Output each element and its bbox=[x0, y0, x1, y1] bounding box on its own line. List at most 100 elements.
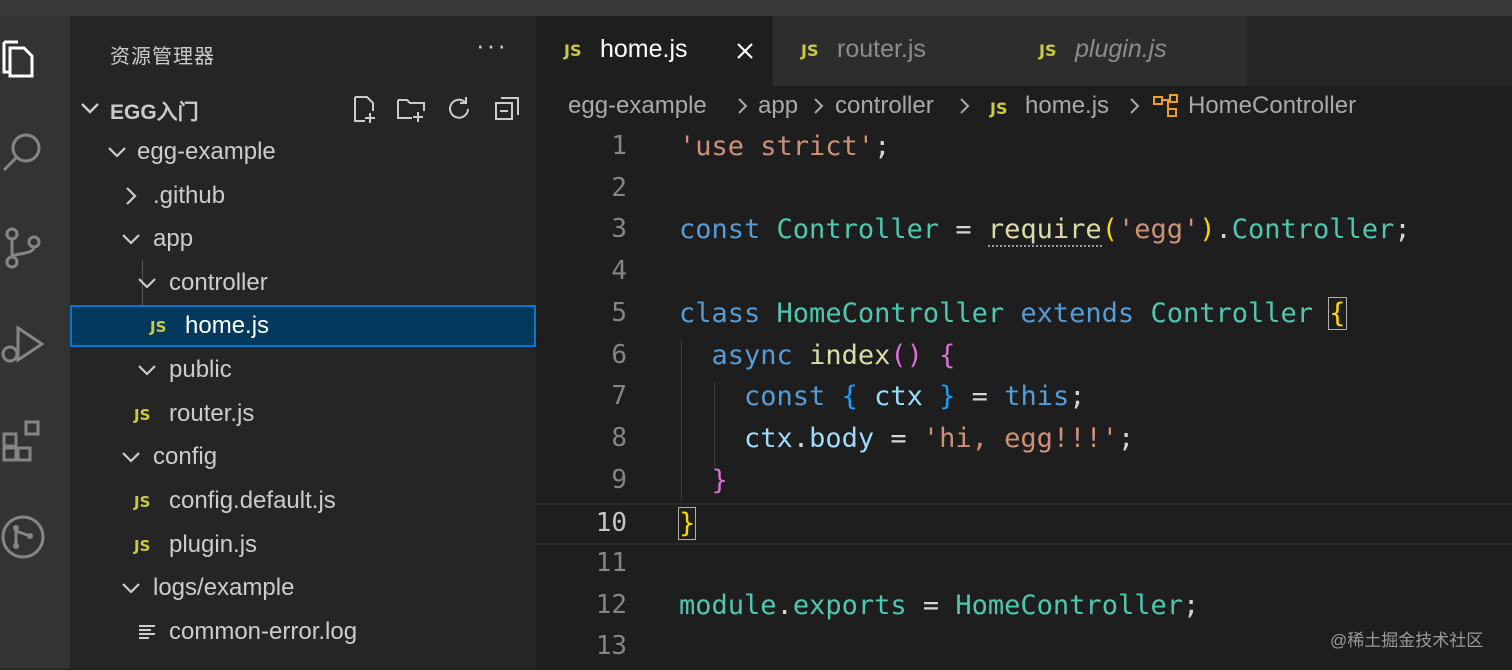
chevron-right-icon bbox=[1126, 96, 1144, 116]
code-text: } bbox=[677, 507, 697, 541]
line-number: 1 bbox=[611, 131, 627, 161]
chevron-down-icon bbox=[120, 577, 142, 599]
tree-item-github[interactable]: .github bbox=[70, 175, 536, 217]
breadcrumb-item[interactable]: home.js bbox=[1025, 92, 1109, 120]
tree-item-label: logs/example bbox=[153, 574, 295, 601]
code-line[interactable]: 9 } bbox=[536, 462, 1512, 504]
extensions-icon[interactable] bbox=[0, 418, 46, 464]
code-line[interactable]: 12 module.exports = HomeController; bbox=[536, 587, 1512, 629]
new-file-icon[interactable] bbox=[350, 94, 380, 124]
chevron-down-icon bbox=[106, 141, 128, 163]
js-file-icon: JS bbox=[564, 41, 582, 60]
breadcrumb-item[interactable]: app bbox=[758, 92, 798, 120]
code-line[interactable]: 6 async index() { bbox=[536, 337, 1512, 379]
code-text: module.exports = HomeController; bbox=[679, 589, 1200, 621]
chevron-down-icon bbox=[120, 228, 142, 250]
more-actions-button[interactable]: ··· bbox=[476, 30, 508, 61]
tree-item-public[interactable]: public bbox=[70, 349, 536, 391]
tab-label: router.js bbox=[837, 35, 926, 63]
editor-tab-bar: JS home.js JS router.js JS plugin.js bbox=[536, 16, 1512, 86]
line-number: 8 bbox=[611, 422, 627, 453]
js-file-icon: JS bbox=[990, 99, 1008, 118]
tree-item-label: plugin.js bbox=[169, 531, 258, 558]
chevron-down-icon bbox=[136, 359, 158, 381]
line-number: 11 bbox=[595, 548, 627, 578]
tree-item-home-js[interactable]: JS home.js bbox=[70, 305, 536, 347]
tree-item-label: .github bbox=[153, 182, 226, 209]
breadcrumb-item[interactable]: controller bbox=[835, 92, 934, 120]
js-file-icon: JS bbox=[150, 318, 167, 336]
explorer-title: 资源管理器 bbox=[110, 46, 215, 68]
new-folder-icon[interactable] bbox=[396, 94, 426, 124]
breadcrumb: egg-example app controller JS home.js Ho… bbox=[536, 86, 1512, 130]
tree-item-app[interactable]: app bbox=[70, 218, 536, 260]
tree-item-logs-example[interactable]: logs/example bbox=[70, 567, 536, 609]
search-icon[interactable] bbox=[0, 128, 46, 174]
workspace-name: EGG入门 bbox=[110, 101, 199, 124]
tree-item-label: public bbox=[169, 356, 232, 383]
js-file-icon: JS bbox=[134, 537, 151, 555]
collapse-all-icon[interactable] bbox=[492, 94, 522, 124]
code-line[interactable]: 3 const Controller = require('egg').Contr… bbox=[536, 211, 1512, 253]
tree-item-egg-example[interactable]: egg-example bbox=[70, 131, 536, 173]
line-number: 9 bbox=[611, 464, 627, 495]
tree-item-config[interactable]: config bbox=[70, 436, 536, 478]
log-file-icon bbox=[138, 623, 156, 641]
tree-item-config-default-js[interactable]: JS config.default.js bbox=[70, 480, 536, 522]
code-text: 'use strict'; bbox=[679, 131, 891, 162]
close-icon[interactable] bbox=[732, 38, 758, 64]
run-debug-icon[interactable] bbox=[0, 320, 46, 366]
code-line[interactable]: 4 bbox=[536, 253, 1512, 295]
tree-item-controller[interactable]: controller bbox=[70, 262, 536, 304]
line-number: 5 bbox=[611, 297, 627, 328]
explorer-sidebar: 资源管理器 ··· EGG入门 egg-example .github app bbox=[70, 16, 536, 669]
code-line[interactable]: 10} bbox=[536, 503, 1512, 546]
activity-bar bbox=[0, 16, 70, 669]
chevron-right-icon bbox=[810, 96, 828, 116]
tree-item-label: common-error.log bbox=[169, 618, 358, 645]
line-number: 7 bbox=[611, 381, 627, 412]
tree-item-label: config bbox=[153, 443, 218, 470]
breadcrumb-item[interactable]: HomeController bbox=[1188, 92, 1356, 120]
code-text: class HomeController extends Controller … bbox=[679, 296, 1347, 330]
line-number: 12 bbox=[595, 589, 627, 620]
tree-item-common-error-log[interactable]: common-error.log bbox=[70, 611, 536, 653]
tree-item-label: home.js bbox=[185, 312, 270, 339]
tab-router-js[interactable]: JS router.js bbox=[773, 16, 1011, 86]
explorer-icon[interactable] bbox=[0, 36, 46, 82]
tab-home-js[interactable]: JS home.js bbox=[536, 16, 773, 86]
tree-item-label: egg-example bbox=[137, 138, 276, 165]
tree-item-router-js[interactable]: JS router.js bbox=[70, 393, 536, 435]
refresh-icon[interactable] bbox=[444, 94, 474, 124]
line-number: 3 bbox=[611, 214, 627, 245]
code-editor[interactable]: 1 'use strict'; 2 3 const Controller = requi… bbox=[536, 130, 1512, 669]
source-control-icon[interactable] bbox=[0, 224, 46, 270]
code-text: async index() { bbox=[711, 339, 956, 371]
workspace-header[interactable]: EGG入门 bbox=[70, 92, 536, 126]
tree-item-plugin-js[interactable]: JS plugin.js bbox=[70, 524, 536, 566]
line-number: 4 bbox=[611, 256, 627, 287]
code-line[interactable]: 5 class HomeController extends Controller… bbox=[536, 295, 1512, 337]
line-number: 10 bbox=[595, 508, 627, 539]
code-line[interactable]: 7 const { ctx } = this; bbox=[536, 378, 1512, 420]
line-number: 13 bbox=[595, 631, 627, 662]
code-text: ctx.body = 'hi, egg!!!'; bbox=[744, 422, 1135, 454]
chevron-right-icon bbox=[120, 185, 142, 207]
git-graph-icon[interactable] bbox=[0, 514, 46, 560]
js-file-icon: JS bbox=[801, 41, 819, 60]
tree-item-label: config.default.js bbox=[169, 487, 336, 514]
tab-label: plugin.js bbox=[1075, 35, 1167, 63]
chevron-down-icon bbox=[136, 272, 158, 294]
chevron-down-icon bbox=[120, 446, 142, 468]
code-line[interactable]: 11 bbox=[536, 545, 1512, 587]
chevron-right-icon bbox=[956, 96, 974, 116]
breadcrumb-item[interactable]: egg-example bbox=[568, 92, 707, 120]
code-line[interactable]: 1 'use strict'; bbox=[536, 128, 1512, 170]
code-text: } bbox=[711, 464, 728, 496]
tab-plugin-js[interactable]: JS plugin.js bbox=[1011, 16, 1248, 86]
code-line[interactable]: 8 ctx.body = 'hi, egg!!!'; bbox=[536, 420, 1512, 462]
code-text: const Controller = require('egg').Contro… bbox=[679, 214, 1411, 248]
code-line[interactable]: 2 bbox=[536, 170, 1512, 212]
js-file-icon: JS bbox=[134, 406, 151, 424]
chevron-down-icon bbox=[78, 96, 102, 120]
